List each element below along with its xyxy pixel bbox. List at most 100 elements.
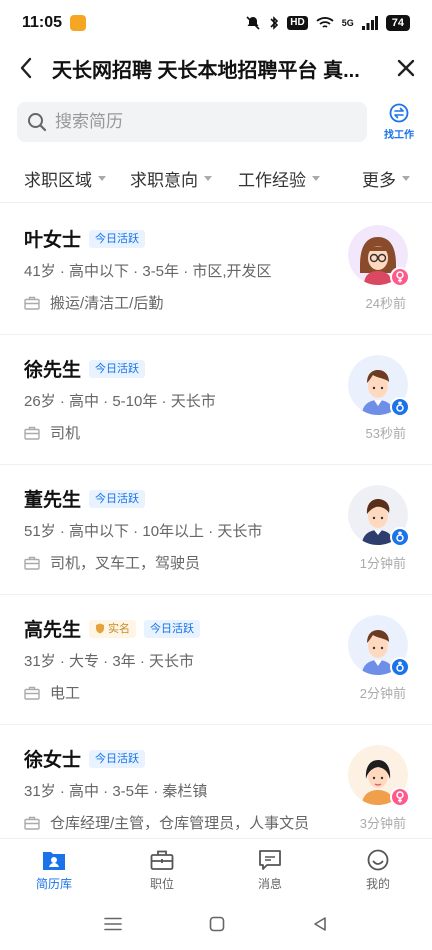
message-icon: [259, 850, 281, 870]
briefcase-icon: [24, 296, 40, 310]
candidate-jobs: 搬运/清洁工/后勤: [50, 295, 164, 312]
search-box[interactable]: [17, 102, 367, 142]
briefcase-icon: [24, 556, 40, 570]
resume-icon: [43, 852, 65, 870]
male-icon: [390, 657, 410, 677]
status-icons: HD 5G 74: [245, 15, 410, 31]
filter-more[interactable]: 更多: [362, 166, 410, 191]
wifi-icon: [316, 17, 334, 28]
home-icon[interactable]: [209, 916, 225, 932]
system-nav-bar: [0, 898, 432, 950]
resume-card[interactable]: 徐先生 今日活跃 26岁 · 高中 · 5-10年 · 天长市 司机 53秒前: [0, 335, 432, 465]
caret-down-icon: [402, 175, 410, 181]
filter-label: 求职意向: [130, 170, 198, 190]
briefcase-icon: [24, 816, 40, 830]
candidate-info: 26岁 · 高中 · 5-10年 · 天长市: [24, 393, 216, 410]
title-bar: 天长网招聘 天长本地招聘平台 真...: [0, 46, 432, 90]
filter-label: 更多: [362, 170, 396, 190]
hd-indicator: HD: [287, 16, 308, 30]
filter-intent[interactable]: 求职意向: [130, 166, 212, 191]
tab-positions[interactable]: 职位: [108, 839, 216, 898]
candidate-name: 高先生: [24, 620, 82, 641]
active-badge: 今日活跃: [89, 749, 146, 768]
search-icon: [28, 113, 47, 132]
candidate-info: 31岁 · 大专 · 3年 · 天长市: [24, 653, 195, 670]
resume-card[interactable]: 董先生 今日活跃 51岁 · 高中以下 · 10年以上 · 天长市 司机，叉车工…: [0, 465, 432, 595]
tab-label: 我的: [365, 877, 390, 891]
verified-badge: 实名: [89, 619, 137, 638]
avatar: [348, 615, 410, 677]
avatar: [348, 225, 410, 287]
menu-icon[interactable]: [103, 917, 122, 931]
back-button[interactable]: [0, 46, 52, 90]
male-icon: [390, 397, 410, 417]
active-time: 53秒前: [365, 426, 406, 441]
name-row: 叶女士 今日活跃: [24, 225, 146, 252]
job-row: 电工: [24, 682, 80, 703]
candidate-name: 董先生: [24, 490, 82, 511]
active-time: 2分钟前: [359, 686, 406, 701]
signal-icon: [361, 16, 378, 30]
candidate-jobs: 司机，叉车工，驾驶员: [50, 555, 201, 572]
find-job-label: 找工作: [384, 130, 414, 141]
avatar: [348, 355, 410, 417]
bottom-tab-bar: 简历库 职位 消息 我的: [0, 838, 432, 898]
search-row: 找工作: [17, 101, 417, 143]
close-button[interactable]: [380, 46, 432, 90]
battery-indicator: 74: [385, 15, 410, 31]
caret-down-icon: [204, 175, 212, 181]
candidate-jobs: 仓库经理/主管，仓库管理员，人事文员: [50, 815, 310, 832]
bluetooth-icon: [270, 16, 279, 30]
candidate-info: 51岁 · 高中以下 · 10年以上 · 天长市: [24, 523, 263, 540]
caret-down-icon: [312, 175, 320, 181]
find-job-button[interactable]: 找工作: [381, 103, 417, 141]
female-icon: [390, 787, 410, 807]
tab-label: 简历库: [35, 877, 72, 891]
candidate-info: 41岁 · 高中以下 · 3-5年 · 市区,开发区: [24, 263, 272, 280]
filter-bar: 求职区域 求职意向 工作经验 更多: [0, 160, 432, 196]
briefcase-icon: [24, 686, 40, 700]
avatar: [348, 485, 410, 547]
avatar: [348, 745, 410, 807]
app-notification-icon: [70, 15, 87, 31]
tab-label: 职位: [149, 877, 174, 891]
briefcase-icon: [24, 426, 40, 440]
active-badge: 今日活跃: [89, 229, 146, 248]
tab-mine[interactable]: 我的: [324, 839, 432, 898]
female-icon: [390, 267, 410, 287]
job-row: 司机，叉车工，驾驶员: [24, 552, 200, 573]
verified-label: 实名: [108, 622, 131, 635]
page-title: 天长网招聘 天长本地招聘平台 真...: [52, 59, 360, 82]
filter-region[interactable]: 求职区域: [24, 166, 106, 191]
active-time: 24秒前: [365, 296, 406, 311]
active-time: 1分钟前: [359, 556, 406, 571]
back-triangle-icon[interactable]: [312, 916, 328, 932]
tab-resume-library[interactable]: 简历库: [0, 839, 108, 898]
resume-card[interactable]: 叶女士 今日活跃 41岁 · 高中以下 · 3-5年 · 市区,开发区 搬运/清…: [0, 205, 432, 335]
filter-label: 求职区域: [24, 170, 92, 190]
candidate-info: 31岁 · 高中 · 3-5年 · 秦栏镇: [24, 783, 208, 800]
name-row: 徐女士 今日活跃: [24, 745, 146, 772]
candidate-name: 徐先生: [24, 360, 82, 381]
name-row: 高先生 实名 今日活跃: [24, 615, 201, 642]
status-time: 11:05: [22, 14, 63, 31]
tab-messages[interactable]: 消息: [216, 839, 324, 898]
signal-label: 5G: [341, 18, 354, 28]
status-bar: 11:05 HD 5G 74: [0, 0, 432, 46]
active-time: 3分钟前: [359, 816, 406, 831]
resume-list: 叶女士 今日活跃 41岁 · 高中以下 · 3-5年 · 市区,开发区 搬运/清…: [0, 205, 432, 855]
briefcase-icon: [150, 850, 174, 870]
filter-experience[interactable]: 工作经验: [238, 166, 320, 191]
male-icon: [390, 527, 410, 547]
close-icon: [397, 59, 415, 77]
resume-card[interactable]: 徐女士 今日活跃 31岁 · 高中 · 3-5年 · 秦栏镇 仓库经理/主管，仓…: [0, 725, 432, 855]
candidate-name: 徐女士: [24, 750, 82, 771]
candidate-name: 叶女士: [24, 230, 82, 251]
tab-label: 消息: [257, 877, 282, 891]
shield-icon: [96, 623, 105, 634]
active-badge: 今日活跃: [89, 359, 146, 378]
search-input[interactable]: [55, 112, 345, 132]
active-badge: 今日活跃: [144, 619, 201, 638]
job-row: 搬运/清洁工/后勤: [24, 292, 163, 313]
resume-card[interactable]: 高先生 实名 今日活跃 31岁 · 大专 · 3年 · 天长市 电工 2分钟前: [0, 595, 432, 725]
